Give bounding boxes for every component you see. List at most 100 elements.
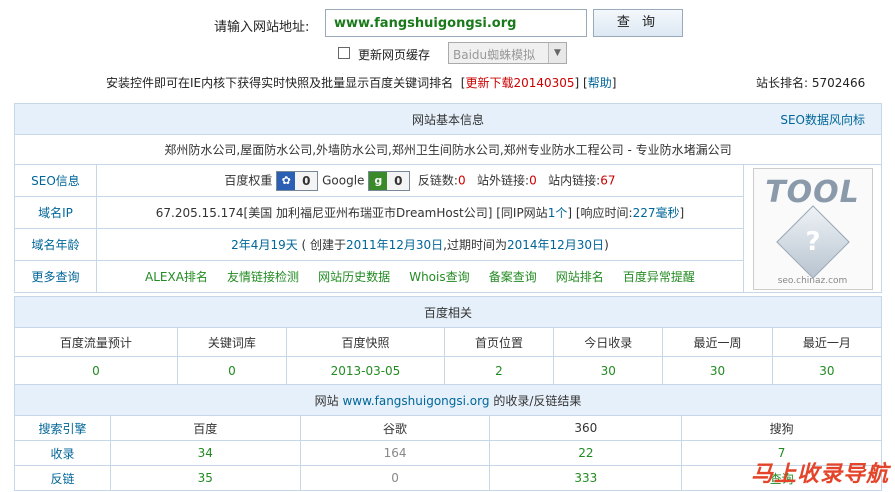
index-col-360: 360 <box>489 415 683 441</box>
more-link-history[interactable]: 网站历史数据 <box>318 270 390 284</box>
question-icon: ? <box>775 204 850 279</box>
baidu-weight-label: 百度权重 <box>224 173 273 187</box>
baidu-weight-value: 0 <box>295 171 318 190</box>
baidu-home-pos-value[interactable]: 2 <box>443 356 555 386</box>
more-link-whois[interactable]: Whois查询 <box>409 270 469 284</box>
basic-info-title: 网站基本信息 <box>411 112 484 127</box>
site-title: 郑州防水公司,屋面防水公司,外墙防水公司,郑州卫生间防水公司,郑州专业防水工程公… <box>14 134 882 165</box>
google-pr-value: 0 <box>387 171 410 190</box>
baidu-value-row: 0 0 2013-03-05 2 30 30 30 <box>14 356 883 386</box>
baidu-col-keywords: 关键词库 <box>176 327 288 357</box>
baidu-today-value[interactable]: 30 <box>553 356 664 386</box>
site-rank: 站长排名: 5702466 <box>756 74 865 91</box>
outlinks-value[interactable]: 0 <box>529 173 537 187</box>
close-paren: ) <box>604 238 609 252</box>
spider-select-value: Baidu蜘蛛模拟 <box>453 48 536 62</box>
baidu-col-traffic: 百度流量预计 <box>14 327 178 357</box>
inlinks-value[interactable]: 67 <box>600 173 615 187</box>
refresh-cache-checkbox[interactable] <box>338 47 350 59</box>
response-label: [响应时间: <box>575 206 633 220</box>
query-button[interactable]: 查 询 <box>593 9 683 37</box>
created-prefix: ( 创建于 <box>301 238 347 252</box>
baidu-col-snapshot: 百度快照 <box>286 327 445 357</box>
rank-value: 5702466 <box>811 76 866 90</box>
baidu-header: 百度相关 <box>14 296 882 328</box>
baidu-keywords-value[interactable]: 0 <box>176 356 288 386</box>
baidu-paw-icon: ✿ <box>277 171 296 190</box>
domain-age-row: 2年4月19天 ( 创建于2011年12月30日,过期时间为2014年12月30… <box>95 228 745 261</box>
baidu-table: 百度相关 百度流量预计 关键词库 百度快照 首页位置 今日收录 最近一周 最近一… <box>14 296 883 386</box>
backlink-row-label: 反链 <box>14 465 111 491</box>
index-col-engine: 搜索引擎 <box>14 415 111 441</box>
domain-ip-row: 67.205.15.174[美国 加利福尼亚州布瑞亚市DreamHost公司] … <box>95 196 745 229</box>
more-link-baidu-alert[interactable]: 百度异常提醒 <box>623 270 695 284</box>
baidu-col-today: 今日收录 <box>553 327 664 357</box>
index-header-prefix: 网站 <box>314 393 339 408</box>
response-value: 227毫秒 <box>632 206 680 220</box>
domain-age-value: 2年4月19天 <box>231 238 298 252</box>
more-link-site-rank[interactable]: 网站排名 <box>556 270 604 284</box>
same-ip-count[interactable]: 1个 <box>548 206 568 220</box>
url-input[interactable] <box>325 9 587 37</box>
more-link-friend-links[interactable]: 友情链接检测 <box>227 270 299 284</box>
spider-select[interactable]: Baidu蜘蛛模拟 ▼ <box>448 42 567 64</box>
index-header-site[interactable]: www.fangshuigongsi.org <box>342 394 489 408</box>
refresh-cache-label: 更新网页缓存 <box>358 48 431 62</box>
same-ip-label: [同IP网站 <box>496 206 548 220</box>
url-label: 请输入网站地址: <box>214 20 310 35</box>
index-col-baidu: 百度 <box>109 415 301 441</box>
backlink-google-value[interactable]: 0 <box>299 465 491 491</box>
site-watermark: 马上收录导航 <box>750 462 889 487</box>
tool-logo[interactable]: TOOL ? seo.chinaz.com <box>752 167 873 290</box>
baidu-header-row: 百度流量预计 关键词库 百度快照 首页位置 今日收录 最近一周 最近一月 <box>14 327 883 357</box>
seo-info-label[interactable]: SEO信息 <box>14 164 97 197</box>
expire-prefix: ,过期时间为 <box>443 238 507 252</box>
chevron-down-icon: ▼ <box>548 43 566 63</box>
baidu-col-home-pos: 首页位置 <box>443 327 555 357</box>
more-query-row: ALEXA排名 友情链接检测 网站历史数据 Whois查询 备案查询 网站排名 … <box>95 260 745 293</box>
index-header: 网站 www.fangshuigongsi.org 的收录/反链结果 <box>14 384 882 416</box>
outlinks-label: 站外链接: <box>477 173 530 187</box>
backlinks-label: 反链数: <box>417 173 458 187</box>
same-ip-suffix: ] <box>567 206 573 220</box>
baidu-weight-badge[interactable]: ✿ 0 <box>276 170 319 191</box>
index-360-value[interactable]: 22 <box>489 440 683 466</box>
tool-logo-cell: TOOL ? seo.chinaz.com <box>743 164 882 293</box>
backlink-baidu-value[interactable]: 35 <box>109 465 301 491</box>
backlink-360-value[interactable]: 333 <box>489 465 683 491</box>
seo-info-row: 百度权重 ✿ 0 Google g0 反链数:0 站外链接:0 站内链接:67 <box>95 164 745 197</box>
baidu-col-month: 最近一月 <box>771 327 883 357</box>
index-col-sogou: 搜狗 <box>681 415 882 441</box>
inlinks-label: 站内链接: <box>548 173 601 187</box>
basic-info-header: 网站基本信息 SEO数据风向标 <box>14 103 882 135</box>
response-suffix: ] <box>679 206 685 220</box>
index-col-google: 谷歌 <box>299 415 491 441</box>
domain-ip-label[interactable]: 域名IP <box>14 196 97 229</box>
baidu-traffic-value[interactable]: 0 <box>14 356 178 386</box>
index-row-label: 收录 <box>14 440 111 466</box>
rank-label: 站长排名: <box>756 76 809 90</box>
seo-trend-link[interactable]: SEO数据风向标 <box>780 111 865 128</box>
index-baidu-value[interactable]: 34 <box>109 440 301 466</box>
tool-logo-text: TOOL <box>765 174 860 210</box>
index-header-suffix: 的收录/反链结果 <box>493 393 582 408</box>
google-pr-icon: g <box>369 171 388 190</box>
notice-text: 安装控件即可在IE内核下获得实时快照及批量显示百度关键词排名 <box>106 76 454 90</box>
baidu-snapshot-value[interactable]: 2013-03-05 <box>286 356 445 386</box>
created-date: 2011年12月30日 <box>346 238 444 252</box>
index-google-value[interactable]: 164 <box>299 440 491 466</box>
download-link[interactable]: 更新下载20140305 <box>465 76 574 90</box>
baidu-week-value[interactable]: 30 <box>662 356 773 386</box>
more-link-icp[interactable]: 备案查询 <box>489 270 537 284</box>
domain-age-label[interactable]: 域名年龄 <box>14 228 97 261</box>
plugin-notice: 安装控件即可在IE内核下获得实时快照及批量显示百度关键词排名 [更新下载2014… <box>106 76 617 90</box>
backlinks-value[interactable]: 0 <box>458 173 466 187</box>
baidu-month-value[interactable]: 30 <box>771 356 883 386</box>
expire-date: 2014年12月30日 <box>506 238 605 252</box>
more-link-alexa[interactable]: ALEXA排名 <box>145 270 208 284</box>
basic-info-table: 网站基本信息 SEO数据风向标 郑州防水公司,屋面防水公司,外墙防水公司,郑州卫… <box>14 103 882 293</box>
baidu-col-week: 最近一周 <box>662 327 773 357</box>
google-pr-badge[interactable]: g0 <box>368 170 411 191</box>
index-header-row: 搜索引擎 百度 谷歌 360 搜狗 <box>14 415 882 441</box>
help-link[interactable]: 帮助 <box>588 76 612 90</box>
